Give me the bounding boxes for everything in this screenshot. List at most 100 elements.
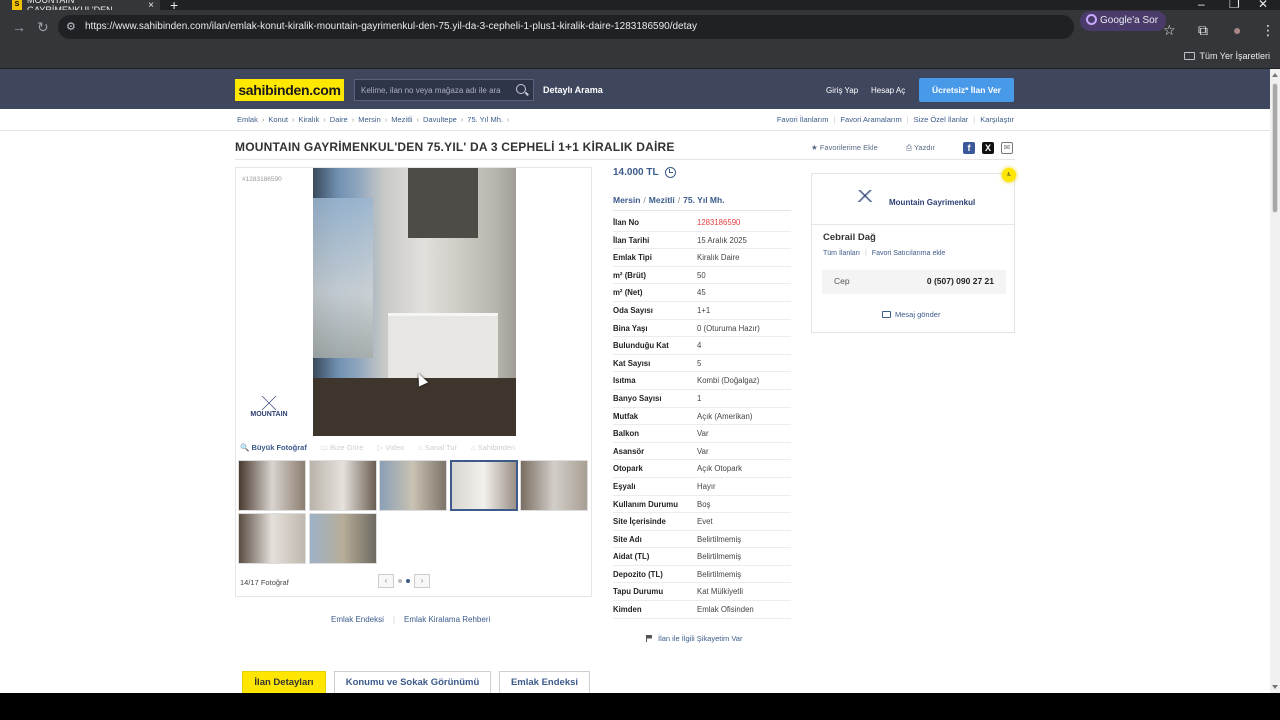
add-favorite-button[interactable]: ★ Favorilerime Ekle — [811, 143, 878, 152]
link-separator: | — [393, 615, 396, 624]
detail-label: Aidat (TL) — [613, 552, 650, 562]
facebook-icon[interactable]: f — [963, 142, 975, 154]
prev-page-button[interactable]: ‹ — [378, 574, 394, 588]
detail-row: Site İçerisinde Evet — [613, 513, 791, 531]
phone-number[interactable]: 0 (507) 090 27 21 — [927, 276, 994, 286]
photo-tabs: 🔍 Büyük Fotoğraf ▭ Bize Göre ▷ Video ⌂ S… — [236, 438, 591, 456]
detail-row: Oda Sayısı 1+1 — [613, 302, 791, 320]
quick-link[interactable]: Favori Aramalarım — [840, 115, 901, 124]
menu-icon[interactable]: ⋮ — [1261, 22, 1275, 38]
rental-guide-link[interactable]: Emlak Kiralama Rehberi — [404, 615, 490, 624]
breadcrumb-separator-icon: › — [351, 115, 355, 124]
tab-location-street-view[interactable]: Konumu ve Sokak Görünümü — [334, 671, 491, 693]
tab-listing-details[interactable]: İlan Detayları — [242, 671, 326, 693]
photo-count: 14/17 Fotoğraf — [240, 578, 289, 587]
breadcrumb: Emlak › Konut › Kiralık › Daire › Mersin › Mezitli… — [237, 115, 514, 124]
site-logo[interactable]: sahibinden.com — [235, 79, 344, 101]
photo-thumbnail[interactable] — [238, 460, 306, 511]
detail-value: Kombi (Doğalgaz) — [697, 376, 760, 386]
search-input[interactable] — [355, 80, 505, 100]
photo-thumbnail[interactable] — [520, 460, 588, 511]
tab-emlak-endeksi[interactable]: Emlak Endeksi — [499, 671, 590, 693]
site-header: sahibinden.com Detaylı Arama Giriş Yap H… — [0, 69, 1270, 109]
profile-avatar[interactable]: ● — [1233, 22, 1241, 38]
emlak-endeksi-link[interactable]: Emlak Endeksi — [331, 615, 384, 624]
location-item[interactable]: Mezitli — [649, 195, 675, 205]
breadcrumb-item[interactable]: Daire — [330, 115, 348, 124]
google-lens-icon — [1086, 14, 1097, 25]
add-favorite-seller-link[interactable]: Favori Satıcılarıma ekle — [872, 250, 946, 257]
page-viewport: sahibinden.com Detaylı Arama Giriş Yap H… — [0, 69, 1270, 693]
breadcrumb-item[interactable]: Davultepe — [423, 115, 457, 124]
photo-thumbnail[interactable] — [449, 460, 518, 511]
photo-thumbnail[interactable] — [308, 460, 377, 511]
detail-label: Depozito (TL) — [613, 569, 663, 579]
google-sor-button[interactable]: Google'a Sor — [1080, 11, 1167, 31]
pager-dot[interactable] — [398, 579, 402, 583]
report-listing-link[interactable]: İlan ile İlgili Şikayetim Var — [646, 634, 742, 643]
login-link[interactable]: Giriş Yap — [826, 86, 858, 95]
main-photo[interactable] — [313, 168, 516, 436]
register-link[interactable]: Hesap Aç — [871, 86, 905, 95]
breadcrumb-separator-icon: › — [261, 115, 265, 124]
close-tab-icon[interactable]: × — [148, 0, 154, 10]
detail-label: Eşyalı — [613, 481, 636, 491]
forward-icon[interactable]: → — [12, 19, 26, 35]
detailed-search-link[interactable]: Detaylı Arama — [543, 85, 603, 95]
photo-thumbnail[interactable] — [379, 460, 447, 511]
quick-link[interactable]: Size Özel İlanlar — [914, 115, 969, 124]
accessibility-badge-icon[interactable]: ♿ — [1002, 168, 1016, 182]
photo-thumbnail[interactable] — [308, 513, 377, 564]
detail-value: 50 — [697, 270, 706, 280]
scroll-up-icon[interactable] — [1272, 73, 1278, 77]
detail-label: İlan No — [613, 218, 639, 227]
tab-video: ▷ Video — [377, 442, 405, 452]
price-history-icon[interactable] — [665, 167, 676, 178]
detail-label: Emlak Tipi — [613, 253, 652, 263]
detail-value: Var — [697, 446, 709, 456]
breadcrumb-item[interactable]: Emlak — [237, 115, 258, 124]
store-name[interactable]: Mountain Gayrimenkul — [889, 198, 975, 207]
store-logo[interactable] — [848, 190, 882, 212]
search-icon[interactable] — [516, 84, 526, 94]
browser-tab[interactable]: S MOUNTAIN GAYRİMENKUL'DEN × — [0, 0, 160, 10]
breadcrumb-item[interactable]: 75. Yıl Mh. — [467, 115, 503, 124]
taskbar-strip — [0, 693, 1280, 720]
quick-link[interactable]: Karşılaştır — [980, 115, 1014, 124]
email-share-icon[interactable]: ✉ — [1001, 142, 1013, 154]
scrollbar-thumb[interactable] — [1272, 83, 1278, 213]
breadcrumb-item[interactable]: Konut — [268, 115, 288, 124]
link-separator: | — [864, 250, 867, 257]
quick-link[interactable]: Favori İlanlarım — [777, 115, 829, 124]
all-bookmarks-button[interactable]: Tüm Yer İşaretleri — [1184, 51, 1270, 61]
detail-label: Otopark — [613, 464, 643, 474]
location-item[interactable]: 75. Yıl Mh. — [683, 195, 724, 205]
all-ads-link[interactable]: Tüm İlanları — [823, 250, 860, 257]
scroll-down-icon[interactable] — [1272, 685, 1278, 689]
next-page-button[interactable]: › — [414, 574, 430, 588]
post-ad-button[interactable]: Ücretsiz* İlan Ver — [919, 78, 1014, 102]
x-twitter-icon[interactable]: X — [982, 142, 994, 154]
breadcrumb-item[interactable]: Mersin — [358, 115, 381, 124]
detail-row: Eşyalı Hayır — [613, 478, 791, 496]
detail-row: Mutfak Açık (Amerikan) — [613, 408, 791, 426]
location-item[interactable]: Mersin — [613, 195, 640, 205]
detail-value: 15 Aralık 2025 — [697, 235, 747, 245]
print-button[interactable]: ⎙ Yazdır — [906, 143, 935, 153]
seller-links: Tüm İlanları | Favori Satıcılarıma ekle — [823, 250, 945, 257]
send-message-link[interactable]: Mesaj gönder — [882, 310, 940, 319]
breadcrumb-item[interactable]: Kiralık — [298, 115, 319, 124]
pager-dot-active[interactable] — [406, 579, 410, 583]
breadcrumb-item[interactable]: Mezitli — [391, 115, 412, 124]
location-separator: / — [677, 195, 681, 205]
detail-value: 1+1 — [697, 305, 711, 315]
detail-label: Bulunduğu Kat — [613, 341, 669, 351]
site-info-icon[interactable]: ⚙ — [66, 20, 76, 33]
bookmark-star-icon[interactable]: ☆ — [1163, 22, 1176, 38]
photo-thumbnail[interactable] — [238, 513, 306, 564]
reload-icon[interactable]: ↻ — [37, 19, 49, 35]
page-scrollbar[interactable] — [1270, 69, 1280, 693]
extensions-icon[interactable]: ⧉ — [1198, 22, 1208, 38]
address-bar[interactable]: ⚙ https://www.sahibinden.com/ilan/emlak-… — [58, 15, 1074, 39]
tab-big-photo[interactable]: 🔍 Büyük Fotoğraf — [240, 443, 307, 452]
